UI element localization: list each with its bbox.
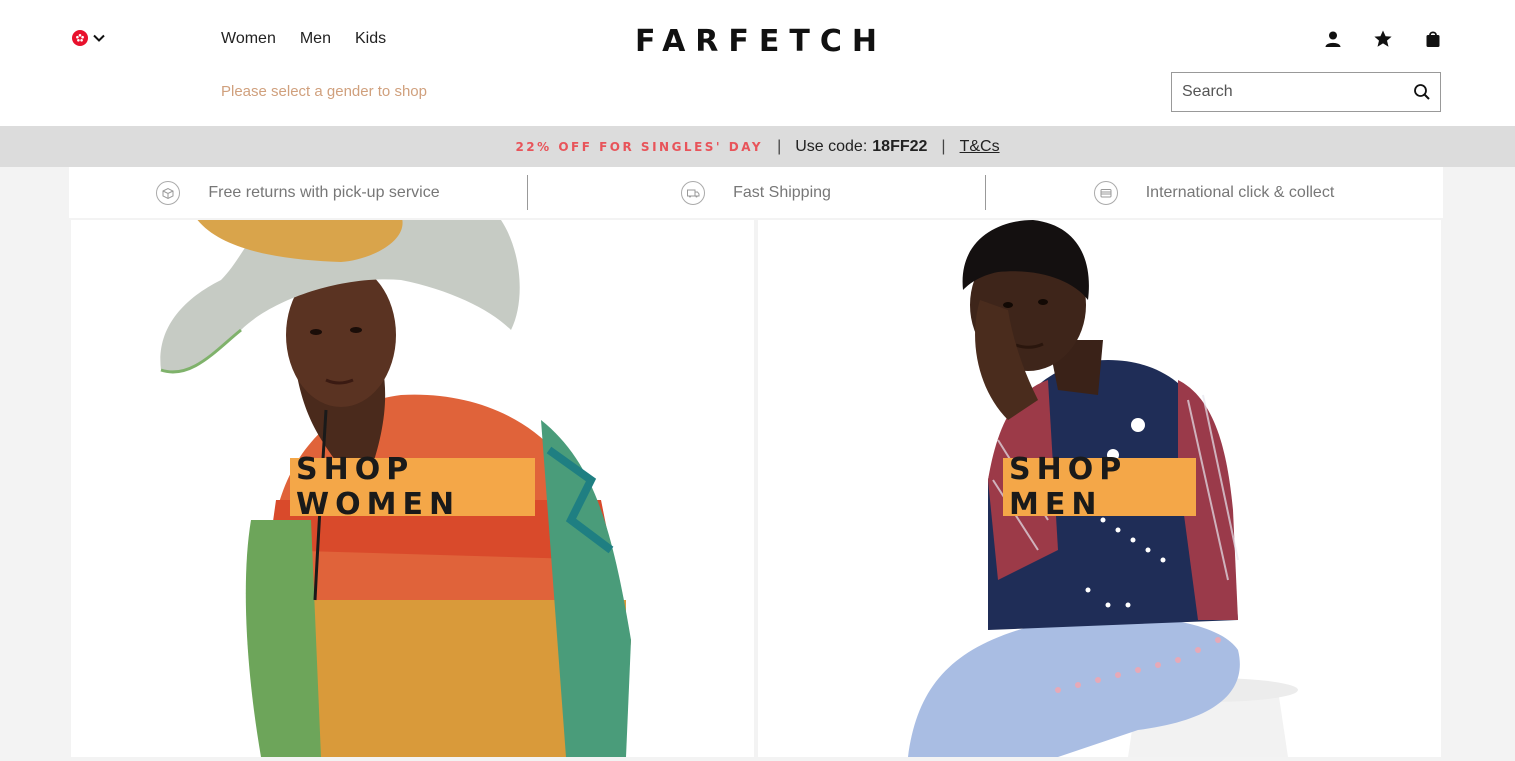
promo-banner: 22% OFF FOR SINGLES' DAY | Use code: 18F…: [0, 126, 1515, 167]
search-input[interactable]: [1172, 74, 1404, 110]
account-icon[interactable]: [1322, 28, 1344, 50]
usp-label: Free returns with pick-up service: [208, 183, 440, 201]
shopping-bag-icon[interactable]: [1422, 28, 1444, 50]
site-header: Women Men Kids Please select a gender to…: [0, 0, 1515, 126]
usp-free-returns[interactable]: Free returns with pick-up service: [69, 167, 527, 218]
terms-link[interactable]: T&Cs: [960, 138, 1000, 156]
usp-fast-shipping[interactable]: Fast Shipping: [527, 167, 985, 218]
usp-label: Fast Shipping: [733, 183, 831, 201]
shop-men-button[interactable]: SHOP MEN: [1003, 452, 1196, 522]
promo-separator: |: [941, 137, 946, 155]
gender-hint: Please select a gender to shop: [221, 83, 427, 100]
account-actions: [1322, 28, 1444, 50]
search-icon[interactable]: [1404, 74, 1440, 110]
returns-box-icon: [156, 180, 181, 205]
region-selector[interactable]: [72, 30, 106, 46]
shipping-truck-icon: [681, 180, 706, 205]
shop-women-panel[interactable]: SHOP WOMEN: [71, 220, 754, 757]
promo-code-label: Use code:: [795, 137, 868, 155]
chevron-down-icon: [93, 34, 105, 42]
usp-click-collect[interactable]: International click & collect: [985, 167, 1443, 218]
nav-kids[interactable]: Kids: [355, 30, 386, 48]
shop-men-panel[interactable]: SHOP MEN: [758, 220, 1441, 757]
click-collect-icon: [1093, 180, 1118, 205]
promo-deal: 22% OFF FOR SINGLES' DAY: [515, 139, 764, 154]
farfetch-logo[interactable]: FARFETCH: [635, 24, 877, 59]
promo-code: 18FF22: [872, 137, 928, 155]
service-benefits-bar: Free returns with pick-up service Fast S…: [69, 167, 1443, 218]
hong-kong-flag-icon: [72, 30, 88, 46]
gender-nav: Women Men Kids: [221, 30, 386, 48]
shop-women-button[interactable]: SHOP WOMEN: [290, 452, 535, 522]
usp-label: International click & collect: [1145, 183, 1335, 201]
promo-separator: |: [777, 137, 782, 155]
wishlist-star-icon[interactable]: [1372, 28, 1394, 50]
nav-men[interactable]: Men: [300, 30, 331, 48]
search-box: [1171, 72, 1441, 112]
nav-women[interactable]: Women: [221, 30, 276, 48]
